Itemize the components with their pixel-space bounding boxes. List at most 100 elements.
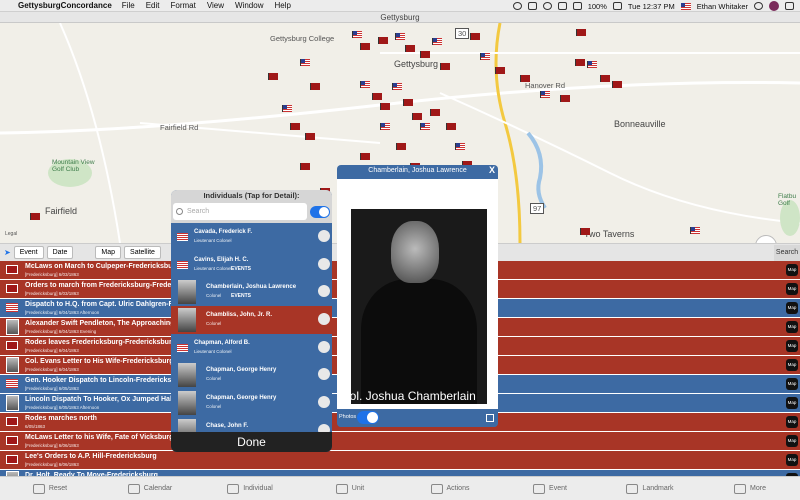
union-marker-icon[interactable] xyxy=(540,91,550,98)
location-arrow-icon[interactable]: ➤ xyxy=(4,248,11,257)
individual-select-radio[interactable] xyxy=(318,396,330,409)
individual-select-radio[interactable] xyxy=(318,230,330,242)
event-map-button[interactable]: Map xyxy=(786,435,798,447)
individual-select-radio[interactable] xyxy=(318,285,330,298)
individuals-filter-toggle[interactable] xyxy=(310,206,330,218)
menu-view[interactable]: View xyxy=(207,1,224,10)
sort-date-button[interactable]: Date xyxy=(46,246,74,259)
tab-more[interactable]: More xyxy=(700,477,800,500)
confederate-marker-icon[interactable] xyxy=(612,81,622,88)
siri-icon[interactable] xyxy=(769,1,779,11)
confederate-marker-icon[interactable] xyxy=(310,83,320,90)
menu-help[interactable]: Help xyxy=(274,1,290,10)
close-button[interactable]: X xyxy=(489,165,495,175)
event-map-button[interactable]: Map xyxy=(786,321,798,333)
confederate-marker-icon[interactable] xyxy=(430,109,440,116)
union-marker-icon[interactable] xyxy=(420,123,430,130)
event-map-button[interactable]: Map xyxy=(786,359,798,371)
tab-landmark[interactable]: Landmark xyxy=(600,477,700,500)
event-row[interactable]: McLaws Letter to his Wife, Fate of Vicks… xyxy=(0,432,800,451)
individual-row[interactable]: Chapman, Alford B. Lieutenant Colonel xyxy=(171,334,332,362)
tab-individual[interactable]: Individual xyxy=(200,477,300,500)
confederate-marker-icon[interactable] xyxy=(378,37,388,44)
individual-row[interactable]: Chapman, George Henry Colonel xyxy=(171,361,332,389)
confederate-marker-icon[interactable] xyxy=(576,29,586,36)
union-marker-icon[interactable] xyxy=(587,61,597,68)
volume-icon[interactable] xyxy=(572,2,582,10)
union-marker-icon[interactable] xyxy=(480,53,490,60)
map-type-satellite-button[interactable]: Satellite xyxy=(124,246,161,259)
confederate-marker-icon[interactable] xyxy=(372,93,382,100)
spotlight-icon[interactable] xyxy=(754,2,763,10)
individual-row[interactable]: Chambliss, John, Jr. R. Colonel xyxy=(171,306,332,334)
menu-window[interactable]: Window xyxy=(235,1,263,10)
confederate-marker-icon[interactable] xyxy=(405,45,415,52)
confederate-marker-icon[interactable] xyxy=(396,143,406,150)
individuals-search-input[interactable]: Search xyxy=(173,203,307,220)
user-name[interactable]: Ethan Whitaker xyxy=(697,2,748,11)
event-map-button[interactable]: Map xyxy=(786,264,798,276)
individual-row[interactable]: Cavada, Frederick F. Lieutenant Colonel xyxy=(171,223,332,251)
confederate-marker-icon[interactable] xyxy=(495,67,505,74)
individual-row[interactable]: Chapman, George Henry Colonel xyxy=(171,389,332,417)
battery-icon[interactable] xyxy=(612,2,622,10)
confederate-marker-icon[interactable] xyxy=(30,213,40,220)
confederate-marker-icon[interactable] xyxy=(470,33,480,40)
photo-area[interactable]: Col. Joshua Chamberlain xyxy=(337,179,498,421)
event-row[interactable]: Lee's Orders to A.P. Hill-Fredericksburg… xyxy=(0,451,800,470)
sort-event-button[interactable]: Event xyxy=(13,246,44,259)
tab-unit[interactable]: Unit xyxy=(300,477,400,500)
tab-event[interactable]: Event xyxy=(500,477,600,500)
map-type-map-button[interactable]: Map xyxy=(95,246,122,259)
union-marker-icon[interactable] xyxy=(360,81,370,88)
confederate-marker-icon[interactable] xyxy=(380,103,390,110)
confederate-marker-icon[interactable] xyxy=(600,75,610,82)
union-marker-icon[interactable] xyxy=(282,105,292,112)
confederate-marker-icon[interactable] xyxy=(360,153,370,160)
event-map-button[interactable]: Map xyxy=(786,454,798,466)
union-marker-icon[interactable] xyxy=(690,227,700,234)
confederate-marker-icon[interactable] xyxy=(403,99,413,106)
menu-format[interactable]: Format xyxy=(170,1,195,10)
event-map-button[interactable]: Map xyxy=(786,397,798,409)
done-button[interactable]: Done xyxy=(171,432,332,452)
confederate-marker-icon[interactable] xyxy=(560,95,570,102)
battery-level[interactable]: 100% xyxy=(588,2,607,11)
status-sync-icon[interactable] xyxy=(512,2,522,10)
tab-reset[interactable]: Reset xyxy=(0,477,100,500)
individual-select-radio[interactable] xyxy=(318,257,330,270)
menu-app-name[interactable]: GettysburgConcordance xyxy=(18,1,112,10)
confederate-marker-icon[interactable] xyxy=(440,63,450,70)
photos-toggle[interactable] xyxy=(357,411,379,424)
tab-calendar[interactable]: Calendar xyxy=(100,477,200,500)
union-marker-icon[interactable] xyxy=(352,31,362,38)
event-map-button[interactable]: Map xyxy=(786,378,798,390)
status-display-icon[interactable] xyxy=(527,2,537,10)
event-map-button[interactable]: Map xyxy=(786,302,798,314)
event-map-button[interactable]: Map xyxy=(786,340,798,352)
individual-select-radio[interactable] xyxy=(318,313,330,326)
share-icon[interactable] xyxy=(486,414,494,422)
confederate-marker-icon[interactable] xyxy=(580,228,590,235)
confederate-marker-icon[interactable] xyxy=(268,73,278,80)
union-marker-icon[interactable] xyxy=(395,33,405,40)
event-map-button[interactable]: Map xyxy=(786,283,798,295)
individual-row[interactable]: Chamberlain, Joshua Lawrence Colonel EVENT… xyxy=(171,278,332,306)
clock[interactable]: Tue 12:37 PM xyxy=(628,2,675,11)
union-marker-icon[interactable] xyxy=(300,59,310,66)
union-marker-icon[interactable] xyxy=(380,123,390,130)
union-marker-icon[interactable] xyxy=(392,83,402,90)
map-legal-link[interactable]: Legal xyxy=(5,231,17,237)
confederate-marker-icon[interactable] xyxy=(420,51,430,58)
confederate-marker-icon[interactable] xyxy=(412,113,422,120)
wifi-icon[interactable] xyxy=(557,2,567,10)
confederate-marker-icon[interactable] xyxy=(290,123,300,130)
flag-icon[interactable] xyxy=(680,2,691,10)
individual-select-radio[interactable] xyxy=(318,340,330,353)
confederate-marker-icon[interactable] xyxy=(575,59,585,66)
union-marker-icon[interactable] xyxy=(432,38,442,45)
search-button[interactable]: Search xyxy=(774,245,800,261)
confederate-marker-icon[interactable] xyxy=(300,163,310,170)
union-marker-icon[interactable] xyxy=(455,143,465,150)
confederate-marker-icon[interactable] xyxy=(305,133,315,140)
